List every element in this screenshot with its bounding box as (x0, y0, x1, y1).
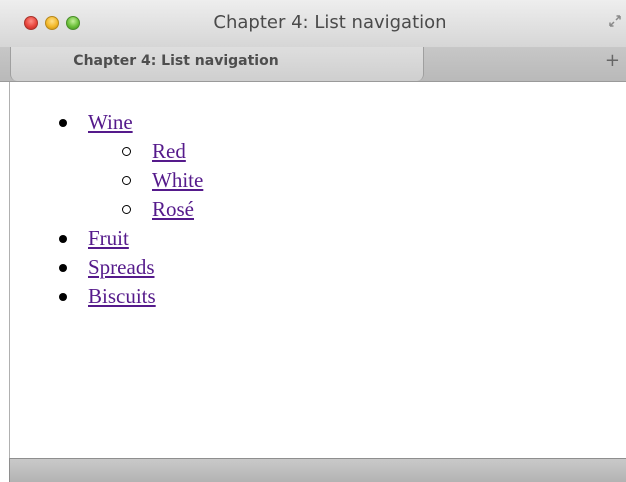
list-item-red: Red (88, 137, 203, 166)
link-red[interactable]: Red (152, 139, 186, 163)
minimize-window-button[interactable] (45, 16, 59, 30)
fullscreen-icon[interactable] (608, 14, 622, 28)
status-bar (9, 458, 626, 482)
link-wine[interactable]: Wine (88, 110, 133, 134)
tab-bar: Chapter 4: List navigation + (0, 47, 626, 82)
link-spreads[interactable]: Spreads (88, 255, 155, 279)
close-window-button[interactable] (24, 16, 38, 30)
tab-chapter-4[interactable]: Chapter 4: List navigation (10, 47, 424, 81)
list-item-white: White (88, 166, 203, 195)
title-bar[interactable]: Chapter 4: List navigation (0, 0, 626, 48)
new-tab-button[interactable]: + (605, 50, 620, 71)
list-item-fruit: Fruit (59, 224, 203, 253)
list-item-biscuits: Biscuits (59, 282, 203, 311)
link-white[interactable]: White (152, 168, 203, 192)
sub-list-wine: Red White Rosé (88, 137, 203, 224)
page-content: Wine Red White Rosé Fruit Spreads Biscui… (9, 82, 626, 458)
link-rose[interactable]: Rosé (152, 197, 194, 221)
link-fruit[interactable]: Fruit (88, 226, 129, 250)
tab-label: Chapter 4: List navigation (73, 53, 279, 69)
zoom-window-button[interactable] (66, 16, 80, 30)
browser-window: Chapter 4: List navigation Chapter 4: Li… (0, 0, 626, 482)
window-title: Chapter 4: List navigation (213, 12, 447, 33)
list-item-rose: Rosé (88, 195, 203, 224)
list-item-spreads: Spreads (59, 253, 203, 282)
list-item-wine: Wine Red White Rosé (59, 108, 203, 224)
link-biscuits[interactable]: Biscuits (88, 284, 156, 308)
nav-list: Wine Red White Rosé Fruit Spreads Biscui… (59, 108, 203, 311)
